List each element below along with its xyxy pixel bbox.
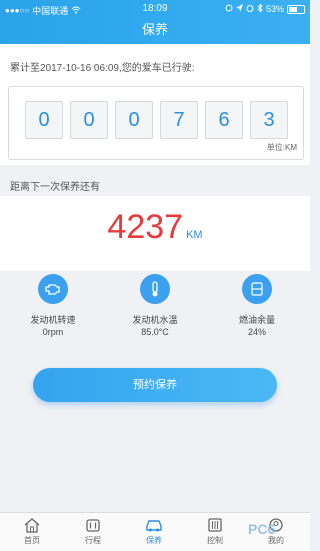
gauge-label: 发动机转速 (30, 315, 76, 325)
gauge-label: 发动机水温 (132, 315, 178, 325)
gauge-engine-speed: 发动机转速 0rpm (8, 274, 98, 337)
fuel-tank-icon (242, 274, 272, 304)
battery-icon (287, 4, 305, 14)
tab-label: 控制 (207, 536, 223, 545)
nav-bar: 保养 (0, 18, 310, 44)
odometer-digit: 0 (25, 101, 63, 139)
tab-label: 首页 (24, 536, 40, 545)
tab-maintenance[interactable]: 保养 (134, 517, 174, 546)
bluetooth-icon (257, 2, 263, 14)
next-service-panel: 4237 KM (0, 196, 310, 271)
home-icon (12, 517, 52, 533)
distance-unit: KM (186, 229, 203, 241)
gauge-value: 0rpm (42, 327, 64, 337)
lock-rotation-icon (225, 4, 233, 14)
car-icon (134, 517, 174, 533)
gauge-value: 85.0°C (141, 327, 169, 337)
gauge-value: 24% (247, 327, 266, 337)
distance-value: 4237 (107, 208, 184, 246)
status-right: 53% (225, 2, 305, 14)
gauge-fuel: 燃油余量 24% (212, 274, 302, 337)
odometer-digit: 7 (160, 101, 198, 139)
page-title: 保养 (141, 22, 168, 37)
status-bar: ●●●○○ 中国联通 18:09 53% (0, 0, 310, 18)
odometer-box: 0 0 0 7 6 3 单位:KM (8, 86, 304, 160)
engine-icon (38, 274, 68, 304)
next-service-distance: 4237 KM (0, 208, 310, 247)
control-icon (195, 517, 235, 533)
odometer-digit: 3 (250, 101, 288, 139)
odometer-panel: 累计至2017-10-16 06:09,您的爱车已行驶: 0 0 0 7 6 3… (0, 44, 310, 165)
battery-percent: 53% (265, 4, 284, 14)
odometer-unit: 单位:KM (266, 143, 297, 152)
watermark: PC6 (248, 521, 276, 537)
thermometer-icon (140, 274, 170, 304)
alarm-icon (246, 4, 254, 14)
odometer-digit: 6 (205, 101, 243, 139)
tab-label: 行程 (85, 536, 101, 545)
trip-icon (73, 517, 113, 533)
tab-trip[interactable]: 行程 (73, 517, 113, 546)
gauge-label: 燃油余量 (238, 315, 275, 325)
location-icon (235, 4, 243, 14)
tab-home[interactable]: 首页 (12, 517, 52, 546)
odometer-digit: 0 (70, 101, 108, 139)
odometer-label: 累计至2017-10-16 06:09,您的爱车已行驶: (10, 63, 195, 74)
tab-label: 保养 (146, 536, 162, 545)
book-service-button[interactable]: 预约保养 (33, 368, 277, 402)
next-service-label: 距离下一次保养还有 (10, 182, 100, 193)
gauge-water-temp: 发动机水温 85.0°C (110, 274, 200, 337)
vehicle-gauges: 发动机转速 0rpm 发动机水温 85.0°C 燃油余量 24% (0, 272, 310, 342)
tab-control[interactable]: 控制 (195, 517, 235, 546)
odometer-digit: 0 (115, 101, 153, 139)
